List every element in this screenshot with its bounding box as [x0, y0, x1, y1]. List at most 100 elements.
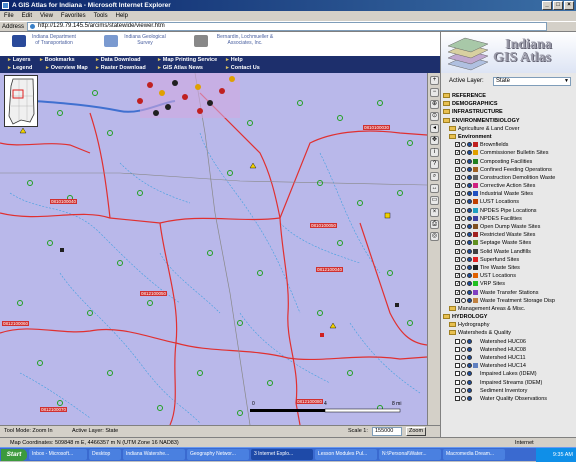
active-radio[interactable]	[461, 158, 466, 164]
active-radio[interactable]	[461, 142, 466, 148]
visibility-checkbox[interactable]: ✓	[455, 150, 460, 156]
find-icon[interactable]: ⌕	[430, 172, 439, 181]
layer-item[interactable]: ✓ NPDES Pipe Locations	[443, 207, 575, 215]
layer-group[interactable]: Environment	[443, 133, 575, 141]
layer-group[interactable]: ENVIRONMENT/BIOLOGY	[443, 117, 575, 125]
active-radio[interactable]	[461, 395, 466, 401]
info-icon[interactable]	[467, 207, 472, 213]
active-radio[interactable]	[461, 240, 466, 246]
layer-item[interactable]: ✓ Commissioner Bulletin Sites	[443, 149, 575, 157]
layer-item[interactable]: ✓ NPDES Facilities	[443, 215, 575, 223]
visibility-checkbox[interactable]: ✓	[455, 199, 460, 205]
info-icon[interactable]	[467, 273, 472, 279]
info-icon[interactable]	[467, 248, 472, 254]
info-icon[interactable]	[467, 395, 472, 401]
nav-help[interactable]: Help	[226, 57, 243, 63]
taskbar-item[interactable]: Desktop	[89, 449, 121, 460]
map-canvas[interactable]	[0, 73, 427, 425]
active-radio[interactable]	[461, 355, 466, 361]
active-radio[interactable]	[461, 281, 466, 287]
layer-item[interactable]: Watershed HUC06	[443, 338, 575, 346]
layer-group[interactable]: DEMOGRAPHICS	[443, 100, 575, 108]
info-icon[interactable]	[467, 240, 472, 246]
info-icon[interactable]	[467, 191, 472, 197]
layer-item[interactable]: ✓ Open Dump Waste Sites	[443, 223, 575, 231]
info-icon[interactable]	[467, 174, 472, 180]
zoom-out-icon[interactable]: −	[430, 88, 439, 97]
active-radio[interactable]	[461, 191, 466, 197]
layer-item[interactable]: ✓ Composting Facilities	[443, 158, 575, 166]
layer-item[interactable]: ✓ Waste Treatment Storage Disp	[443, 297, 575, 305]
visibility-checkbox[interactable]: ✓	[455, 158, 460, 164]
layer-item[interactable]: ✓ Confined Feeding Operations	[443, 166, 575, 174]
query-icon[interactable]: ?	[430, 160, 439, 169]
nav-contact-us[interactable]: Contact Us	[226, 65, 260, 71]
info-icon[interactable]	[467, 158, 472, 164]
layer-item[interactable]: ✓ VRP Sites	[443, 280, 575, 288]
zoom-in-icon[interactable]: +	[430, 76, 439, 85]
clear-icon[interactable]: ×	[430, 208, 439, 217]
info-icon[interactable]	[467, 289, 472, 295]
layer-group[interactable]: INFRASTRUCTURE	[443, 108, 575, 116]
active-radio[interactable]	[461, 199, 466, 205]
nav-layers[interactable]: Layers	[8, 57, 31, 63]
active-radio[interactable]	[461, 387, 466, 393]
layer-item[interactable]: Water Quality Observations	[443, 395, 575, 403]
info-icon[interactable]	[467, 256, 472, 262]
active-radio[interactable]	[461, 338, 466, 344]
layer-item[interactable]: ✓ UST Locations	[443, 272, 575, 280]
menu-favorites[interactable]: Favorites	[61, 11, 86, 21]
visibility-checkbox[interactable]: ✓	[455, 248, 460, 254]
layer-item[interactable]: Watershed HUC14	[443, 362, 575, 370]
layer-item[interactable]: ✓ Solid Waste Landfills	[443, 248, 575, 256]
pan-icon[interactable]: ✥	[430, 136, 439, 145]
visibility-checkbox[interactable]	[455, 346, 460, 352]
visibility-checkbox[interactable]: ✓	[455, 224, 460, 230]
nav-data-download[interactable]: Data Download	[96, 57, 141, 63]
close-button[interactable]: ×	[564, 1, 574, 10]
taskbar-item[interactable]: Inbox - Microsoft...	[29, 449, 87, 460]
nav-map-printing[interactable]: Map Printing Service	[158, 57, 217, 63]
visibility-checkbox[interactable]	[455, 395, 460, 401]
info-icon[interactable]	[467, 379, 472, 385]
active-radio[interactable]	[461, 232, 466, 238]
layer-item[interactable]: Impaired Lakes (IDEM)	[443, 370, 575, 378]
menu-file[interactable]: File	[4, 11, 14, 21]
select-icon[interactable]: ▭	[430, 196, 439, 205]
active-radio[interactable]	[461, 215, 466, 221]
taskbar-item[interactable]: 3 Internet Explo...	[251, 449, 313, 460]
layer-item[interactable]: ✓ Construction Demolition Waste	[443, 174, 575, 182]
info-icon[interactable]	[467, 150, 472, 156]
layer-item[interactable]: ✓ Septage Waste Sites	[443, 239, 575, 247]
active-radio[interactable]	[461, 224, 466, 230]
visibility-checkbox[interactable]: ✓	[455, 232, 460, 238]
visibility-checkbox[interactable]: ✓	[455, 281, 460, 287]
info-icon[interactable]	[467, 338, 472, 344]
nav-raster-download[interactable]: Raster Download	[96, 65, 146, 71]
info-icon[interactable]	[467, 297, 472, 303]
layer-group[interactable]: Management Areas & Misc.	[443, 305, 575, 313]
active-radio[interactable]	[461, 264, 466, 270]
nav-overview-map[interactable]: Overview Map	[46, 65, 88, 71]
nav-bookmarks[interactable]: Bookmarks	[40, 57, 75, 63]
visibility-checkbox[interactable]: ✓	[455, 273, 460, 279]
layer-group[interactable]: HYDROLOGY	[443, 313, 575, 321]
layer-item[interactable]: Impaired Streams (IDEM)	[443, 379, 575, 387]
visibility-checkbox[interactable]: ✓	[455, 256, 460, 262]
taskbar-item[interactable]: Indiana Watershe...	[123, 449, 185, 460]
start-button[interactable]: Start	[1, 448, 27, 461]
layer-item[interactable]: ✓ Superfund Sites	[443, 256, 575, 264]
visibility-checkbox[interactable]: ✓	[455, 207, 460, 213]
info-icon[interactable]	[467, 224, 472, 230]
maximize-button[interactable]: □	[553, 1, 563, 10]
nav-legend[interactable]: Legend	[8, 65, 33, 71]
info-icon[interactable]	[467, 166, 472, 172]
active-radio[interactable]	[461, 174, 466, 180]
visibility-checkbox[interactable]	[455, 371, 460, 377]
layer-item[interactable]: Watershed HUC11	[443, 354, 575, 362]
layer-item[interactable]: ✓ LUST Locations	[443, 198, 575, 206]
visibility-checkbox[interactable]	[455, 338, 460, 344]
taskbar-item[interactable]: Lesson Modules Pul...	[315, 449, 377, 460]
layer-group[interactable]: Hydrography	[443, 321, 575, 329]
scale-input[interactable]: 155000	[372, 427, 402, 436]
